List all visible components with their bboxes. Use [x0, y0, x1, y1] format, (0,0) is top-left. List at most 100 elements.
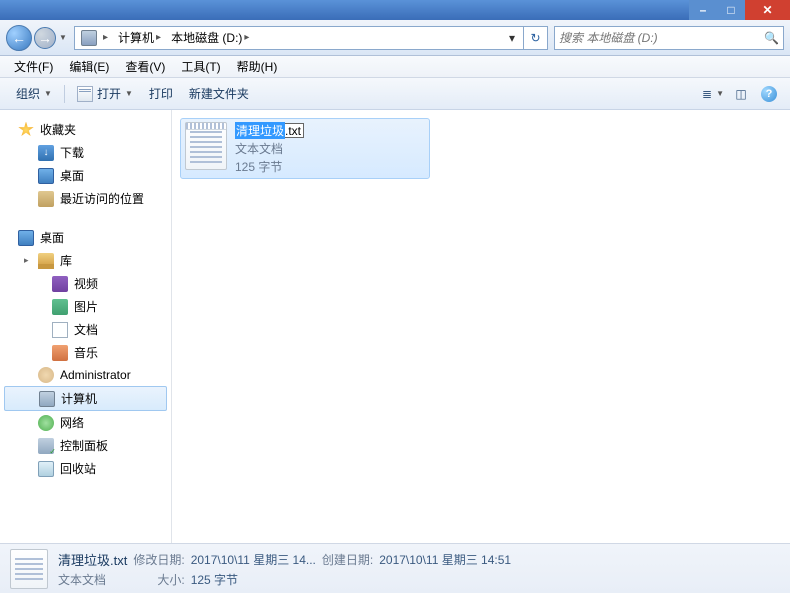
status-size-label: 大小:: [133, 571, 184, 588]
sidebar-item-downloads[interactable]: 下载: [0, 141, 171, 164]
preview-pane-icon: ◫: [735, 87, 746, 101]
file-name-selected[interactable]: 清理垃圾: [235, 122, 285, 139]
chevron-right-icon: ▸: [244, 32, 249, 43]
music-icon: [52, 345, 68, 361]
picture-icon: [52, 299, 68, 315]
sidebar-item-controlpanel[interactable]: 控制面板: [0, 434, 171, 457]
text-file-icon: [185, 122, 227, 170]
menu-tools[interactable]: 工具(T): [173, 56, 228, 77]
search-icon[interactable]: 🔍: [764, 31, 779, 45]
sidebar-item-libraries[interactable]: ▸ 库: [0, 249, 171, 272]
view-mode-button[interactable]: ≣▼: [700, 83, 726, 105]
favorites-header[interactable]: 收藏夹: [0, 118, 171, 141]
breadcrumb[interactable]: ▸ 计算机 ▸ 本地磁盘 (D:) ▸ ▾: [74, 26, 524, 50]
file-info: 清理垃圾.txt 文本文档 125 字节: [235, 122, 304, 175]
computer-icon: [39, 391, 55, 407]
status-filetype: 文本文档: [58, 571, 127, 588]
file-type: 文本文档: [235, 140, 304, 157]
status-modified-value: 2017\10\11 星期三 14...: [191, 551, 316, 568]
sidebar-item-music[interactable]: 音乐: [0, 341, 171, 364]
minimize-icon: –: [700, 3, 707, 17]
search-box[interactable]: 🔍: [554, 26, 784, 50]
print-button[interactable]: 打印: [141, 81, 181, 106]
nav-label: 下载: [60, 144, 84, 161]
download-icon: [38, 145, 54, 161]
chevron-right-icon: ▸: [103, 32, 108, 43]
breadcrumb-root[interactable]: ▸: [77, 27, 114, 49]
arrow-right-icon: →: [38, 30, 52, 46]
history-dropdown[interactable]: ▼: [58, 26, 68, 50]
desktop-header[interactable]: 桌面: [0, 226, 171, 249]
arrow-left-icon: ←: [12, 30, 26, 46]
status-modified-label: 修改日期:: [133, 551, 184, 568]
view-icon: ≣: [702, 87, 712, 101]
toolbar-right: ≣▼ ◫ ?: [700, 83, 782, 105]
close-button[interactable]: ✕: [745, 0, 790, 20]
recycle-bin-icon: [38, 461, 54, 477]
menu-bar: 文件(F) 编辑(E) 查看(V) 工具(T) 帮助(H): [0, 56, 790, 78]
menu-view[interactable]: 查看(V): [117, 56, 173, 77]
chevron-right-icon: ▸: [156, 32, 161, 43]
menu-file[interactable]: 文件(F): [6, 56, 61, 77]
breadcrumb-dropdown[interactable]: ▾: [503, 31, 521, 45]
navigation-pane[interactable]: 收藏夹 下载 桌面 最近访问的位置 桌面: [0, 110, 172, 543]
sidebar-item-recyclebin[interactable]: 回收站: [0, 457, 171, 480]
back-button[interactable]: ←: [6, 25, 32, 51]
file-item[interactable]: 清理垃圾.txt 文本文档 125 字节: [180, 118, 430, 179]
menu-help[interactable]: 帮助(H): [229, 56, 286, 77]
desktop-group: 桌面 ▸ 库 视频 图片 文档: [0, 226, 171, 480]
status-details: 清理垃圾.txt修改日期:2017\10\11 星期三 14...创建日期:20…: [58, 550, 511, 588]
library-icon: [38, 253, 54, 269]
nav-label: 控制面板: [60, 437, 108, 454]
open-button[interactable]: 打开 ▼: [69, 81, 141, 106]
sidebar-item-administrator[interactable]: Administrator: [0, 364, 171, 386]
sidebar-item-documents[interactable]: 文档: [0, 318, 171, 341]
sidebar-item-recent[interactable]: 最近访问的位置: [0, 187, 171, 210]
titlebar[interactable]: – □ ✕: [0, 0, 790, 20]
menu-edit[interactable]: 编辑(E): [61, 56, 117, 77]
star-icon: [18, 122, 34, 138]
file-name-ext[interactable]: .txt: [285, 123, 304, 138]
recent-icon: [38, 191, 54, 207]
chevron-down-icon: ▼: [44, 89, 52, 98]
explorer-window: – □ ✕ ← → ▼ ▸ 计算机 ▸ 本地磁盘 (D:) ▸ ▾ ↻: [0, 0, 790, 593]
favorites-label: 收藏夹: [40, 121, 76, 138]
navigation-bar: ← → ▼ ▸ 计算机 ▸ 本地磁盘 (D:) ▸ ▾ ↻ 🔍: [0, 20, 790, 56]
search-input[interactable]: [559, 31, 764, 45]
sidebar-item-network[interactable]: 网络: [0, 411, 171, 434]
sidebar-item-video[interactable]: 视频: [0, 272, 171, 295]
breadcrumb-computer[interactable]: 计算机 ▸: [114, 27, 167, 49]
breadcrumb-label: 本地磁盘 (D:): [171, 29, 242, 46]
help-icon: ?: [761, 86, 777, 102]
close-icon: ✕: [762, 3, 772, 17]
network-icon: [38, 415, 54, 431]
maximize-icon: □: [727, 3, 734, 17]
refresh-button[interactable]: ↻: [524, 26, 548, 50]
nav-label: Administrator: [60, 368, 131, 382]
minimize-button[interactable]: –: [689, 0, 717, 20]
organize-button[interactable]: 组织 ▼: [8, 81, 60, 106]
nav-label: 桌面: [60, 167, 84, 184]
preview-pane-button[interactable]: ◫: [728, 83, 754, 105]
nav-label: 回收站: [60, 460, 96, 477]
maximize-button[interactable]: □: [717, 0, 745, 20]
sidebar-item-computer[interactable]: 计算机: [4, 386, 167, 411]
body: 收藏夹 下载 桌面 最近访问的位置 桌面: [0, 110, 790, 543]
desktop-icon: [38, 168, 54, 184]
breadcrumb-drive[interactable]: 本地磁盘 (D:) ▸: [167, 27, 255, 49]
file-name-editor[interactable]: 清理垃圾.txt: [235, 122, 304, 139]
new-folder-button[interactable]: 新建文件夹: [181, 81, 257, 106]
notepad-icon: [77, 86, 93, 102]
forward-button[interactable]: →: [34, 27, 56, 49]
status-filename: 清理垃圾.txt: [58, 550, 127, 569]
file-size: 125 字节: [235, 158, 304, 175]
nav-label: 网络: [60, 414, 84, 431]
help-button[interactable]: ?: [756, 83, 782, 105]
sidebar-item-desktop-fav[interactable]: 桌面: [0, 164, 171, 187]
file-list[interactable]: 清理垃圾.txt 文本文档 125 字节: [172, 110, 790, 543]
expand-icon[interactable]: ▸: [24, 255, 29, 266]
control-panel-icon: [38, 438, 54, 454]
organize-label: 组织: [16, 85, 40, 102]
sidebar-item-pictures[interactable]: 图片: [0, 295, 171, 318]
status-created-label: 创建日期:: [322, 551, 373, 568]
